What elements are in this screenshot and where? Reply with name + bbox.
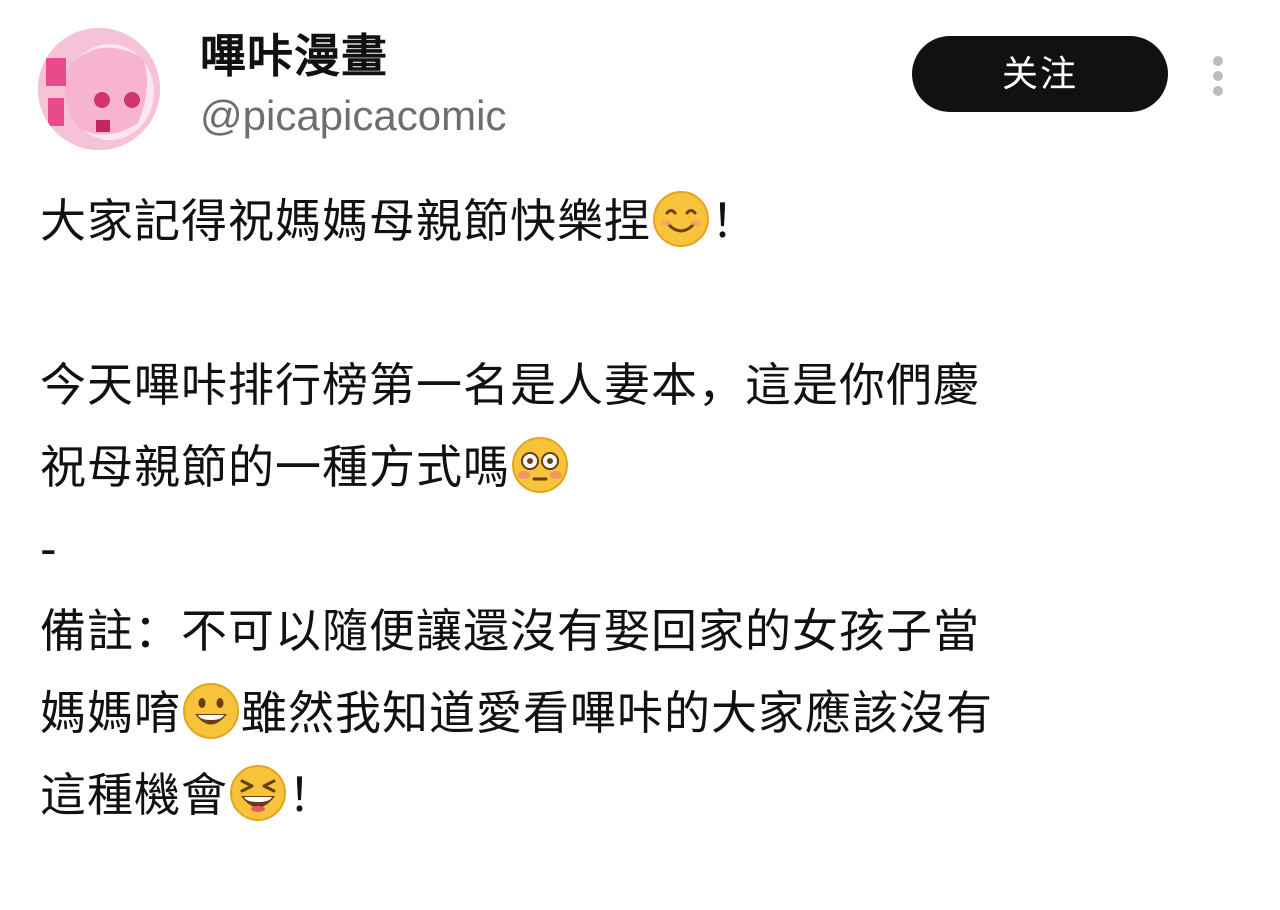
smiling-face-icon: [651, 189, 711, 249]
post-line-2: 今天嗶咔排行榜第一名是人妻本，這是你們慶: [40, 344, 1250, 426]
account-name[interactable]: 嗶咔漫畫: [200, 28, 388, 84]
more-vertical-icon[interactable]: [1198, 50, 1238, 100]
anime-avatar-icon[interactable]: [38, 28, 160, 150]
post-line-3: 祝母親節的一種方式嗎: [40, 426, 1250, 508]
post-separator: -: [40, 522, 58, 576]
post-line-4: -: [40, 508, 1250, 590]
post-text: 大家記得祝媽媽母親節快樂捏: [40, 194, 651, 248]
post-text-tail: ！: [288, 768, 335, 822]
post-text: 這種機會: [40, 768, 228, 822]
post-text: 雖然我知道愛看嗶咔的大家應該沒有: [241, 686, 993, 740]
post-text: 備註：不可以隨便讓還沒有娶回家的女孩子當: [40, 604, 980, 658]
post-body: 大家記得祝媽媽母親節快樂捏 ！ 今天嗶咔排行榜第一名是人妻本，這是你們慶 祝母親…: [40, 180, 1250, 836]
laughing-face-icon: [228, 763, 288, 823]
flushed-face-icon: [510, 435, 570, 495]
post-line-6: 媽媽唷 雖然我知道愛看嗶咔的大家應該沒有: [40, 672, 1250, 754]
post-line-5: 備註：不可以隨便讓還沒有娶回家的女孩子當: [40, 590, 1250, 672]
post-line-7: 這種機會 ！: [40, 754, 1250, 836]
grinning-face-icon: [181, 681, 241, 741]
post-line-1: 大家記得祝媽媽母親節快樂捏 ！: [40, 180, 1250, 262]
account-handle[interactable]: @picapicacomic: [200, 90, 506, 142]
follow-button[interactable]: 关注: [912, 36, 1168, 112]
post-text-tail: ！: [711, 194, 758, 248]
post-header: 嗶咔漫畫 @picapicacomic 关注: [0, 0, 1280, 170]
post-text: 祝母親節的一種方式嗎: [40, 440, 510, 494]
post-text: 媽媽唷: [40, 686, 181, 740]
post-text: 今天嗶咔排行榜第一名是人妻本，這是你們慶: [40, 358, 980, 412]
